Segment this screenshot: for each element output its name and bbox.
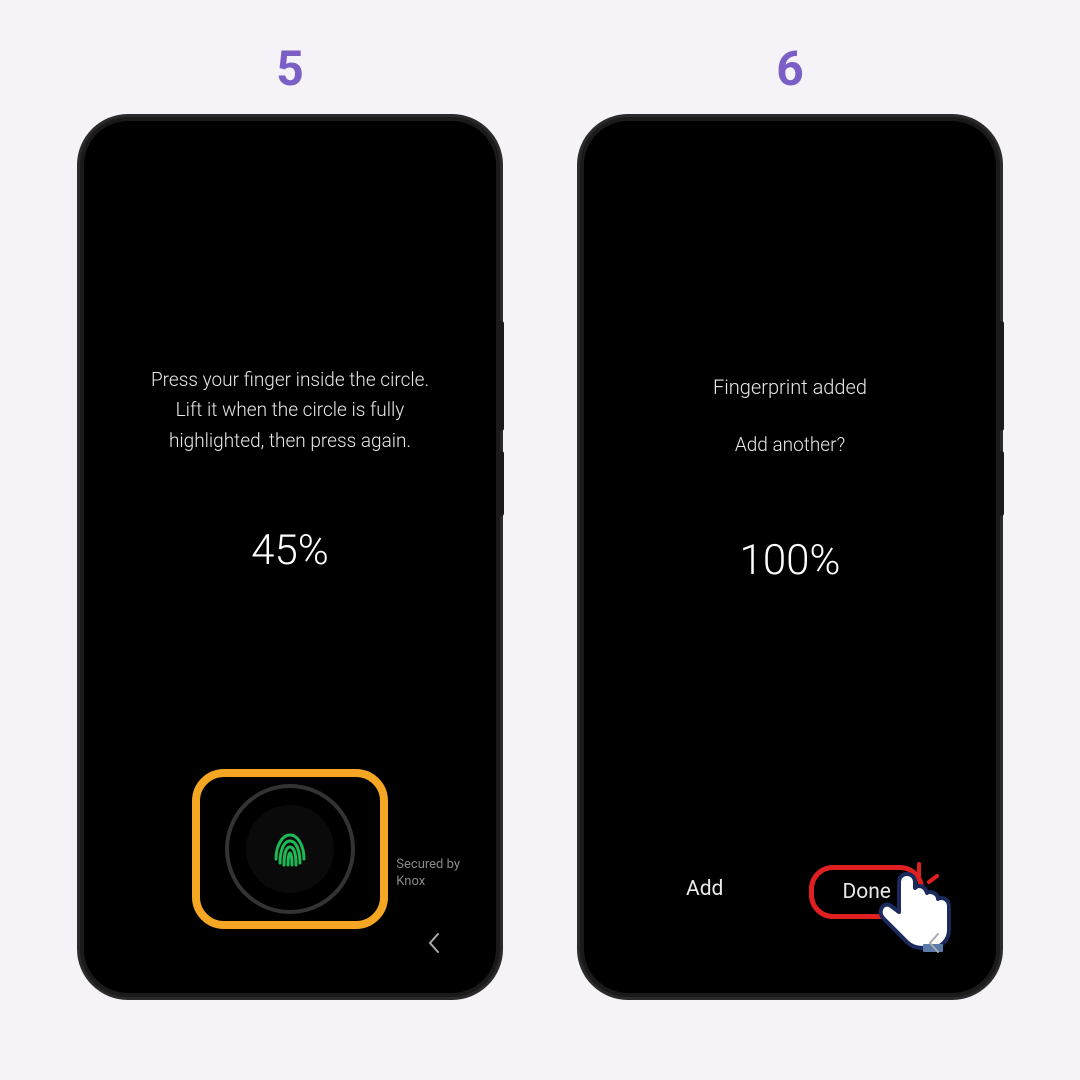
fingerprint-sensor[interactable] — [246, 805, 334, 893]
step-6-container: 6 Fingerprint added Add another? 100% Ad… — [580, 40, 1000, 997]
progress-percent: 45% — [251, 526, 329, 575]
bottom-button-row: Add Done — [598, 865, 982, 919]
power-button — [999, 451, 1004, 516]
progress-percent: 100% — [740, 536, 841, 585]
chevron-left-icon — [426, 931, 442, 955]
step-5-container: 5 Press your finger inside the circle. L… — [80, 40, 500, 997]
secured-by-knox-label: Secured by Knox — [396, 857, 460, 891]
volume-button — [499, 321, 504, 431]
instruction-text: Press your finger inside the circle. Lif… — [128, 365, 452, 456]
phone-frame-5: Press your finger inside the circle. Lif… — [80, 117, 500, 997]
fingerprint-sensor-ring[interactable] — [225, 784, 355, 914]
phone-screen-6: Fingerprint added Add another? 100% Add … — [598, 135, 982, 979]
phone-screen-5: Press your finger inside the circle. Lif… — [98, 135, 482, 979]
chevron-left-icon — [926, 931, 942, 955]
power-button — [499, 451, 504, 516]
done-button[interactable]: Done — [809, 865, 924, 919]
phone-frame-6: Fingerprint added Add another? 100% Add … — [580, 117, 1000, 997]
fingerprint-highlight-box — [192, 769, 388, 929]
add-another-subtitle: Add another? — [735, 433, 845, 456]
pointer-hand-icon — [869, 864, 959, 954]
back-button[interactable] — [426, 931, 442, 961]
fingerprint-added-title: Fingerprint added — [713, 375, 867, 399]
back-button[interactable] — [926, 931, 942, 961]
add-button[interactable]: Add — [656, 865, 753, 919]
step-number-6: 6 — [776, 40, 804, 97]
volume-button — [999, 321, 1004, 431]
step-number-5: 5 — [276, 40, 304, 97]
fingerprint-icon — [262, 821, 318, 877]
